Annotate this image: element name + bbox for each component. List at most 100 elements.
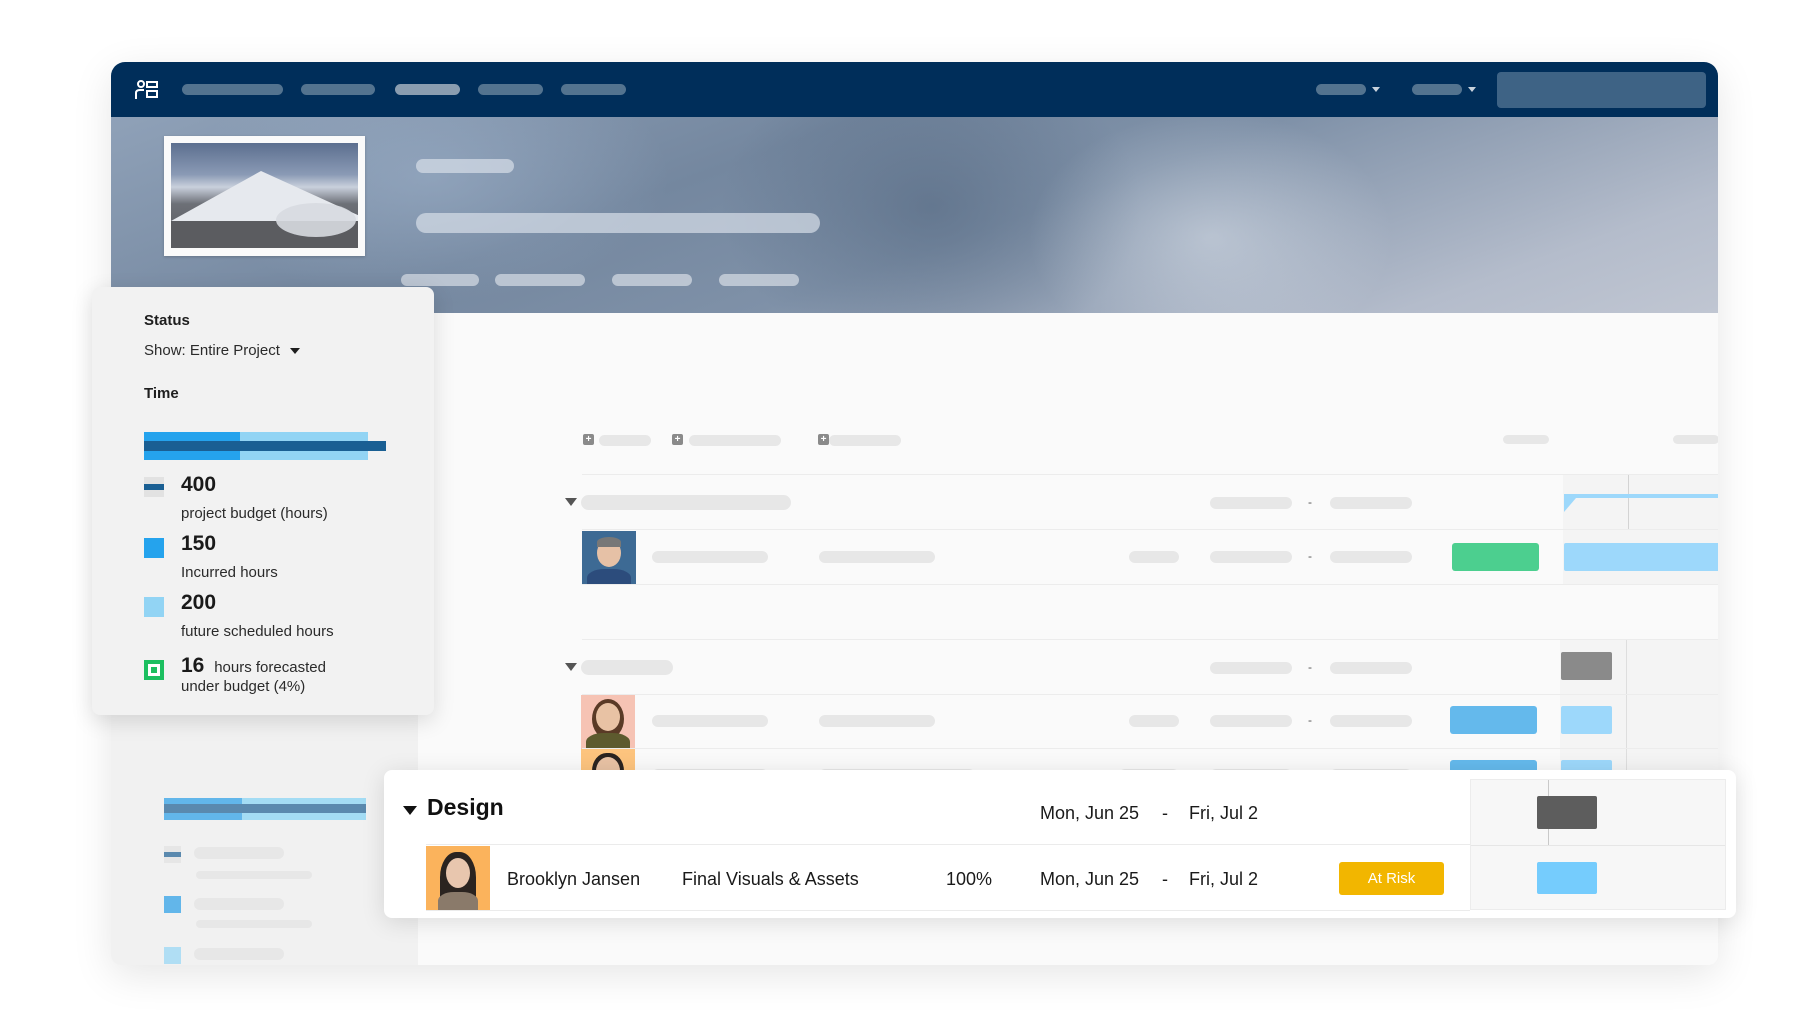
status-heading: Status (144, 312, 190, 329)
chevron-down-icon (1372, 87, 1380, 92)
future-description: future scheduled hours (181, 623, 334, 640)
add-icon[interactable]: + (672, 434, 683, 445)
task-percent (1129, 715, 1179, 727)
forecast-number: 16 (181, 654, 205, 677)
nav-item-1[interactable] (182, 84, 283, 95)
nav-item-5[interactable] (561, 84, 626, 95)
task-start (1210, 551, 1292, 563)
avatar (581, 695, 635, 749)
gantt-task-bar[interactable] (1537, 862, 1597, 894)
assignee-name (652, 715, 768, 727)
timeline-header-2 (1673, 435, 1718, 444)
forecast-text: hours forecasted (214, 659, 326, 676)
task-name (819, 715, 935, 727)
status-on-track[interactable] (1452, 543, 1539, 571)
gantt-task-bar[interactable] (1561, 706, 1612, 734)
hero-tab-2[interactable] (495, 274, 585, 286)
date-separator: - (1308, 549, 1312, 563)
budget-description: project budget (hours) (181, 505, 328, 522)
assignee-avatar (426, 846, 490, 910)
time-progress-bar (144, 432, 386, 460)
nav-item-4[interactable] (478, 84, 543, 95)
status-popup: Status Show: Entire Project Time 400 pro… (92, 287, 434, 715)
hero-tab-4[interactable] (719, 274, 799, 286)
task-percent: 100% (946, 869, 993, 889)
date-separator: - (1162, 869, 1168, 889)
forecast-swatch-icon (144, 660, 164, 680)
budget-value: 400 (181, 473, 217, 496)
forecast-value: 16 hours forecasted (181, 654, 326, 678)
add-icon[interactable]: + (583, 434, 594, 445)
task-start-date: Mon, Jun 25 (1040, 869, 1140, 889)
timeline-header-1 (1503, 435, 1549, 444)
hero-tab-1[interactable] (401, 274, 479, 286)
task-percent (1129, 551, 1179, 563)
row-divider (426, 910, 1470, 911)
phase-name (581, 495, 791, 510)
row-divider (582, 474, 1718, 475)
row-divider (582, 529, 1718, 530)
task-name[interactable]: Final Visuals & Assets (682, 869, 859, 890)
nav-item-3-active[interactable] (395, 84, 460, 95)
gantt-cell (1470, 779, 1726, 910)
phase-end (1330, 497, 1412, 509)
future-swatch-icon (164, 947, 181, 964)
placeholder-text (194, 847, 284, 859)
people-list-icon[interactable] (135, 79, 159, 101)
collapse-icon[interactable] (565, 663, 577, 671)
status-badge-at-risk[interactable]: At Risk (1339, 862, 1444, 895)
row-divider (582, 694, 1718, 695)
status-in-progress[interactable] (1450, 706, 1537, 734)
budget-swatch-icon (164, 846, 181, 863)
placeholder-text (194, 898, 284, 910)
incurred-description: Incurred hours (181, 564, 278, 581)
date-separator: - (1308, 660, 1312, 674)
placeholder-text (196, 920, 312, 928)
task-end-date: Fri, Jul 2 (1189, 869, 1259, 889)
budget-swatch-icon (144, 477, 164, 497)
project-hero-banner (111, 117, 1718, 313)
future-value: 200 (181, 591, 217, 614)
search-input[interactable] (1497, 72, 1706, 108)
nav-item-2[interactable] (301, 84, 375, 95)
show-dropdown-label: Show: Entire Project (144, 342, 280, 359)
incurred-swatch-icon (164, 896, 181, 913)
row-divider (426, 844, 1470, 845)
time-heading: Time (144, 385, 179, 402)
add-column-1[interactable] (599, 435, 651, 446)
phase-start-date: Mon, Jun 25 (1040, 803, 1140, 823)
project-thumbnail[interactable] (164, 136, 365, 256)
task-end (1330, 715, 1412, 727)
row-divider (582, 639, 1718, 640)
assignee-name (652, 551, 768, 563)
phase-end-date: Fri, Jul 2 (1189, 803, 1259, 823)
phase-title: Design (427, 794, 504, 820)
row-divider (582, 584, 1718, 585)
gantt-phase-bar[interactable] (1561, 652, 1612, 680)
future-swatch-icon (144, 597, 164, 617)
incurred-value: 150 (181, 532, 217, 555)
collapse-icon[interactable] (565, 498, 577, 506)
task-name (819, 551, 935, 563)
assignee-name[interactable]: Brooklyn Jansen (507, 869, 640, 890)
forecast-description: under budget (4%) (181, 678, 306, 695)
top-navbar (111, 62, 1718, 117)
gantt-phase-bracket (1564, 494, 1718, 512)
gantt-task-bar[interactable] (1564, 543, 1718, 571)
gantt-row-divider (1471, 845, 1725, 846)
task-end (1330, 551, 1412, 563)
row-divider (582, 748, 1718, 749)
add-column-3[interactable] (829, 435, 901, 446)
hero-tab-3[interactable] (612, 274, 692, 286)
avatar (582, 531, 636, 585)
placeholder-text (196, 871, 312, 879)
add-icon[interactable]: + (818, 434, 829, 445)
collapse-icon[interactable] (403, 806, 417, 815)
budget-line (144, 441, 386, 451)
gantt-phase-bar[interactable] (1537, 796, 1597, 829)
show-dropdown[interactable]: Show: Entire Project (144, 342, 300, 359)
add-column-2[interactable] (689, 435, 781, 446)
chevron-down-icon (1468, 87, 1476, 92)
phase-end (1330, 662, 1412, 674)
phase-start (1210, 497, 1292, 509)
